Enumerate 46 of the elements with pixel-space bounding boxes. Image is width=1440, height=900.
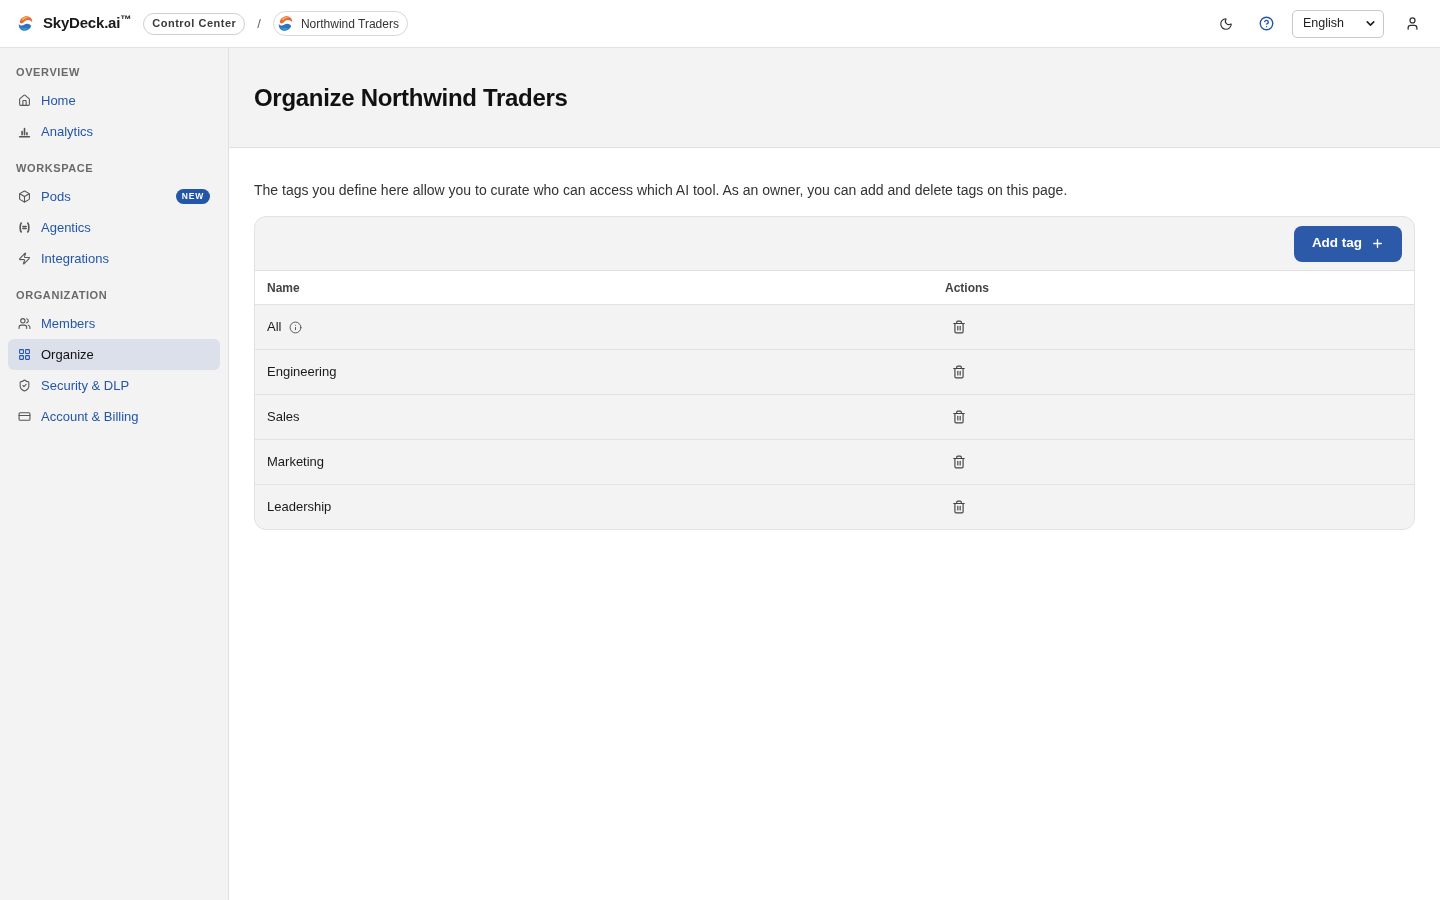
logo-icon xyxy=(16,14,35,33)
page-title: Organize Northwind Traders xyxy=(254,82,568,113)
tag-name-cell-text: All xyxy=(267,318,282,337)
breadcrumb-separator: / xyxy=(257,14,261,33)
moon-icon xyxy=(1219,16,1233,31)
new-badge: NEW xyxy=(175,189,210,204)
sidebar-item[interactable]: Security & DLP xyxy=(8,370,220,401)
sidebar-section-title: OVERVIEW xyxy=(15,64,81,80)
tag-name-cell-text: Sales xyxy=(267,408,300,427)
cube-icon xyxy=(18,190,31,203)
trash-icon xyxy=(951,410,966,424)
sidebar-item[interactable]: Members xyxy=(8,308,220,339)
plus-icon xyxy=(1371,237,1385,250)
organization-name: Northwind Traders xyxy=(300,15,399,33)
trash-icon xyxy=(951,365,966,379)
trash-icon xyxy=(951,455,966,469)
users-icon xyxy=(18,317,31,330)
credit-card-icon xyxy=(18,410,31,423)
sidebar-item[interactable]: Analytics xyxy=(8,116,220,147)
sidebar-item[interactable]: Integrations xyxy=(8,243,220,274)
help-icon xyxy=(1258,16,1274,31)
grid-icon xyxy=(18,348,31,361)
column-header: Actions xyxy=(945,279,989,297)
sidebar-item[interactable]: Agentics xyxy=(8,212,220,243)
sidebar-item[interactable]: Pods NEW xyxy=(8,181,220,212)
tag-name-cell-text: Marketing xyxy=(267,453,325,472)
user-icon xyxy=(1404,16,1420,31)
brackets-icon xyxy=(18,221,31,234)
page-description: The tags you define here allow you to curate who can access which AI tool. As an owner, you can add and delete tags on this page. xyxy=(254,181,1069,199)
trash-icon xyxy=(951,320,966,334)
sidebar-section-title: WORKSPACE xyxy=(15,160,95,176)
tag-name-cell-text: Leadership xyxy=(267,498,332,517)
shield-check-icon xyxy=(18,379,31,392)
trash-icon xyxy=(951,500,966,514)
add-tag-button[interactable]: Add tag xyxy=(1294,225,1402,262)
sidebar-item[interactable]: Account & Billing xyxy=(8,401,220,432)
sidebar-section-title: ORGANIZATION xyxy=(15,287,109,303)
tag-name-cell-text: Engineering xyxy=(267,363,337,382)
sidebar-item[interactable]: Organize xyxy=(8,339,220,370)
home-icon xyxy=(18,94,31,107)
brand-name: SkyDeck.ai$^{™}$ xyxy=(43,12,132,34)
sidebar-item[interactable]: Home xyxy=(8,85,220,116)
column-header: Name xyxy=(267,279,300,297)
lightning-icon xyxy=(18,252,31,265)
bar-chart-icon xyxy=(18,125,31,138)
language-select[interactable]: English xyxy=(1292,9,1384,38)
